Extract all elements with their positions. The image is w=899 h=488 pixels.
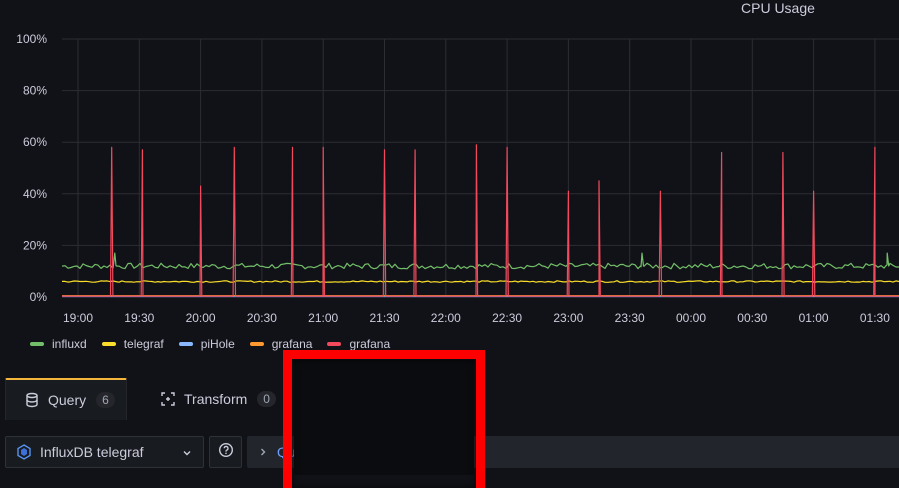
- legend-item-pihole[interactable]: piHole: [178, 337, 235, 351]
- legend-item-grafana-red[interactable]: grafana: [327, 337, 390, 351]
- chart-legend: influxd telegraf piHole grafana grafana: [30, 337, 405, 351]
- series-line-telegraf-1: [62, 280, 899, 283]
- x-tick-label: 23:00: [553, 311, 583, 325]
- legend-label: telegraf: [123, 337, 164, 351]
- x-tick-label: 21:00: [308, 311, 338, 325]
- annotation-overlay: [294, 353, 474, 475]
- cpu-usage-chart: 0% 20% 40% 60% 80% 100% 19:00 19:30 20:00 20:30 21…: [16, 32, 899, 325]
- transform-icon: [160, 391, 176, 407]
- x-tick-label: 01:30: [860, 311, 890, 325]
- series-line-grafana-4: [62, 144, 899, 297]
- help-button[interactable]: [209, 436, 242, 468]
- datasource-name: InfluxDB telegraf: [40, 444, 144, 460]
- legend-label: influxd: [52, 337, 87, 351]
- tab-label: Transform: [184, 391, 248, 407]
- x-tick-label: 21:30: [369, 311, 399, 325]
- y-tick-label: 20%: [23, 238, 47, 252]
- legend-item-grafana-orange[interactable]: grafana: [249, 337, 313, 351]
- x-tick-label: 22:30: [492, 311, 522, 325]
- tab-transform[interactable]: Transform 0: [160, 378, 290, 420]
- y-tick-label: 60%: [23, 135, 47, 149]
- x-tick-label: 01:00: [799, 311, 829, 325]
- legend-item-influxd[interactable]: influxd: [30, 337, 87, 351]
- x-tick-label: 20:00: [186, 311, 216, 325]
- y-tick-label: 100%: [16, 32, 47, 46]
- tab-count: 0: [257, 391, 276, 407]
- x-tick-label: 19:00: [63, 311, 93, 325]
- x-tick-label: 19:30: [124, 311, 154, 325]
- legend-label: grafana: [349, 337, 391, 351]
- x-tick-label: 20:30: [247, 311, 277, 325]
- y-tick-label: 40%: [23, 187, 47, 201]
- legend-swatch: [327, 342, 342, 346]
- x-tick-label: 00:30: [737, 311, 767, 325]
- legend-swatch: [178, 342, 193, 346]
- chevron-down-icon: [181, 446, 193, 458]
- legend-swatch: [249, 342, 264, 346]
- tab-query[interactable]: Query 6: [5, 378, 127, 420]
- series-line-influxd-0: [61, 252, 899, 270]
- database-icon: [24, 392, 40, 408]
- datasource-picker[interactable]: InfluxDB telegraf: [5, 436, 204, 468]
- influxdb-icon: [16, 444, 32, 460]
- legend-label: piHole: [200, 337, 235, 351]
- x-tick-label: 23:30: [615, 311, 645, 325]
- y-tick-label: 80%: [23, 84, 47, 98]
- x-tick-label: 22:00: [431, 311, 461, 325]
- legend-item-telegraf[interactable]: telegraf: [101, 337, 164, 351]
- chevron-right-icon: [257, 446, 269, 458]
- legend-swatch: [101, 342, 116, 346]
- question-circle-icon: [218, 442, 234, 463]
- y-tick-label: 0%: [30, 290, 48, 304]
- legend-label: grafana: [271, 337, 313, 351]
- x-tick-label: 00:00: [676, 311, 706, 325]
- grafana-panel-editor: CPU Usage 0% 20% 40% 60% 80% 100% 19:00 19:30 20…: [0, 0, 899, 488]
- tab-label: Query: [48, 392, 87, 408]
- legend-swatch: [30, 342, 44, 346]
- tab-count: 6: [96, 392, 115, 408]
